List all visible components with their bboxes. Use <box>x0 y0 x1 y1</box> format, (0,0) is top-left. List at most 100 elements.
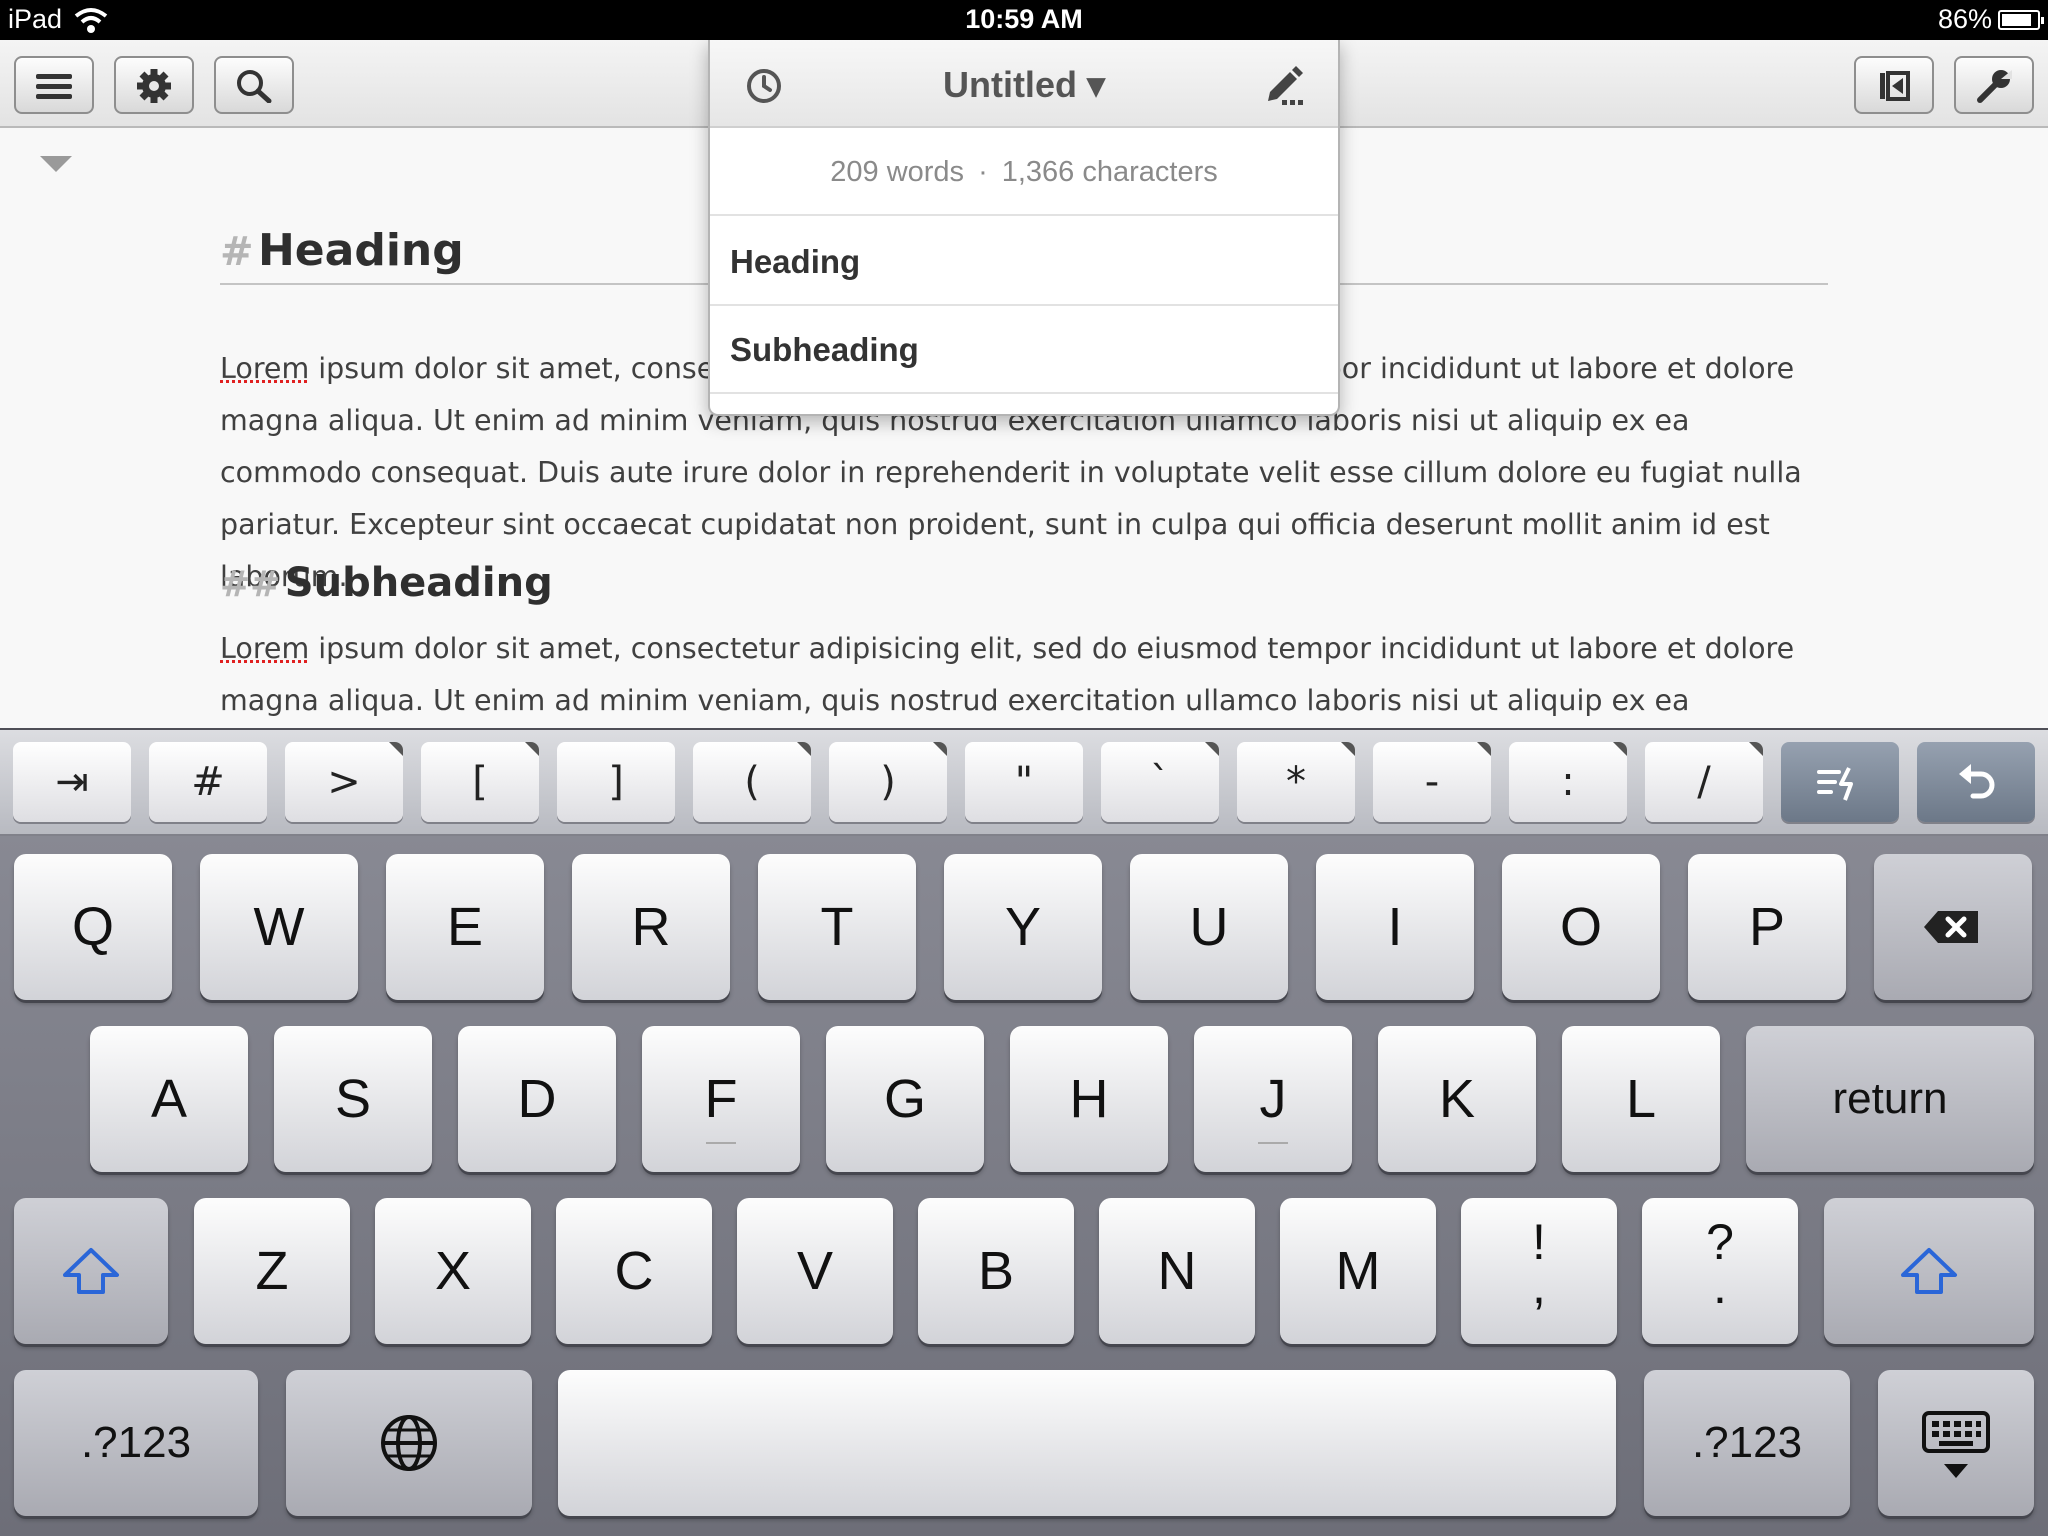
key-r[interactable]: R <box>572 854 730 1000</box>
paragraph-2: Lorem ipsum dolor sit amet, consectetur … <box>220 623 1828 730</box>
character-count: 1,366 characters <box>1001 156 1218 188</box>
key-p[interactable]: P <box>1688 854 1846 1000</box>
key-h[interactable]: H <box>1010 1026 1168 1172</box>
quote-key[interactable]: " <box>965 742 1083 822</box>
tools-button[interactable] <box>1954 56 2034 114</box>
close-paren-label: ) <box>880 759 896 805</box>
key-v[interactable]: V <box>737 1198 893 1344</box>
globe-icon <box>381 1415 437 1471</box>
pencil-icon[interactable] <box>1264 62 1308 106</box>
key-l[interactable]: L <box>1562 1026 1720 1172</box>
heading-1-marker: # <box>220 229 254 275</box>
key-e[interactable]: E <box>386 854 544 1000</box>
open-paren-label: ( <box>744 759 760 805</box>
undo-key[interactable] <box>1917 742 2035 822</box>
return-key[interactable]: return <box>1746 1026 2034 1172</box>
period-label: . <box>1713 1258 1727 1314</box>
markdown-accessory-bar: ⇥ # > [ ] ( ) " ` * - : / <box>0 730 2048 836</box>
document-info-popover: Untitled ▾ 209 words · 1,366 characters He… <box>708 40 1340 416</box>
paragraph-2-text: ipsum dolor sit amet, consectetur adipis… <box>220 632 1795 717</box>
backtick-key[interactable]: ` <box>1101 742 1219 822</box>
key-q[interactable]: Q <box>14 854 172 1000</box>
key-z[interactable]: Z <box>194 1198 350 1344</box>
key-u[interactable]: U <box>1130 854 1288 1000</box>
snippets-icon <box>1817 767 1853 801</box>
popover-header: Untitled ▾ <box>710 40 1338 128</box>
onscreen-keyboard: ⇥ # > [ ] ( ) " ` * - : / Q W E R T Y U … <box>0 728 2048 1536</box>
key-exclamation-comma[interactable]: ! , <box>1461 1198 1617 1344</box>
globe-key[interactable] <box>286 1370 532 1516</box>
outline-item-subheading[interactable]: Subheading <box>710 306 1338 394</box>
heading-2-marker: ## <box>220 564 281 605</box>
battery-level-fill <box>2002 14 2032 26</box>
corner-indicator <box>525 742 539 756</box>
word-count: 209 words <box>830 156 965 188</box>
close-paren-key[interactable]: ) <box>829 742 947 822</box>
key-b[interactable]: B <box>918 1198 1074 1344</box>
shift-left-key[interactable] <box>14 1198 168 1344</box>
key-y[interactable]: Y <box>944 854 1102 1000</box>
key-j-label: J <box>1259 1069 1287 1129</box>
key-w[interactable]: W <box>200 854 358 1000</box>
slash-label: / <box>1697 759 1711 805</box>
spellcheck-word: Lorem <box>220 352 310 385</box>
key-s[interactable]: S <box>274 1026 432 1172</box>
numbers-key-right[interactable]: .?123 <box>1644 1370 1850 1516</box>
key-i[interactable]: I <box>1316 854 1474 1000</box>
gear-icon <box>137 69 171 103</box>
delete-key[interactable] <box>1874 854 2032 1000</box>
key-g[interactable]: G <box>826 1026 984 1172</box>
key-k[interactable]: K <box>1378 1026 1536 1172</box>
search-button[interactable] <box>214 56 294 114</box>
key-c[interactable]: C <box>556 1198 712 1344</box>
clock-time: 10:59 AM <box>965 4 1083 34</box>
settings-button[interactable] <box>114 56 194 114</box>
dash-label: - <box>1424 759 1440 805</box>
colon-label: : <box>1561 759 1575 805</box>
sidebar-toggle-icon <box>1880 71 1910 101</box>
key-t[interactable]: T <box>758 854 916 1000</box>
greater-than-key[interactable]: > <box>285 742 403 822</box>
sidebar-toggle-button[interactable] <box>1854 56 1934 114</box>
backtick-label: ` <box>1150 759 1170 805</box>
search-icon <box>237 70 272 103</box>
colon-key[interactable]: : <box>1509 742 1627 822</box>
open-bracket-key[interactable]: [ <box>421 742 539 822</box>
key-f[interactable]: F <box>642 1026 800 1172</box>
asterisk-key[interactable]: * <box>1237 742 1355 822</box>
dismiss-keyboard-key[interactable] <box>1878 1370 2034 1516</box>
asterisk-label: * <box>1286 759 1306 805</box>
close-bracket-key[interactable]: ] <box>557 742 675 822</box>
key-o[interactable]: O <box>1502 854 1660 1000</box>
space-key[interactable] <box>558 1370 1616 1516</box>
key-n[interactable]: N <box>1099 1198 1255 1344</box>
hash-key[interactable]: # <box>149 742 267 822</box>
key-x[interactable]: X <box>375 1198 531 1344</box>
outline-item-heading[interactable]: Heading <box>710 218 1338 306</box>
key-d[interactable]: D <box>458 1026 616 1172</box>
open-paren-key[interactable]: ( <box>693 742 811 822</box>
dash-key[interactable]: - <box>1373 742 1491 822</box>
key-j[interactable]: J <box>1194 1026 1352 1172</box>
menu-button[interactable] <box>14 56 94 114</box>
backspace-icon <box>1924 911 1978 943</box>
key-m[interactable]: M <box>1280 1198 1436 1344</box>
slash-key[interactable]: / <box>1645 742 1763 822</box>
shift-right-key[interactable] <box>1824 1198 2034 1344</box>
corner-indicator <box>933 742 947 756</box>
home-row-nub <box>1258 1142 1288 1144</box>
collapse-triangle-icon[interactable] <box>40 156 72 172</box>
battery-percentage: 86% <box>1937 4 1992 34</box>
key-question-period[interactable]: ? . <box>1642 1198 1798 1344</box>
document-stats: 209 words · 1,366 characters <box>710 128 1338 216</box>
key-a[interactable]: A <box>90 1026 248 1172</box>
heading-1-text: Heading <box>257 225 464 276</box>
tab-key[interactable]: ⇥ <box>13 742 131 822</box>
corner-indicator <box>1341 742 1355 756</box>
heading-2-text: Subheading <box>284 560 553 606</box>
numbers-key-left[interactable]: .?123 <box>14 1370 258 1516</box>
document-title-dropdown[interactable]: Untitled ▾ <box>710 64 1338 106</box>
shift-icon <box>1901 1248 1957 1294</box>
menu-icon <box>36 74 72 99</box>
snippets-key[interactable] <box>1781 742 1899 822</box>
